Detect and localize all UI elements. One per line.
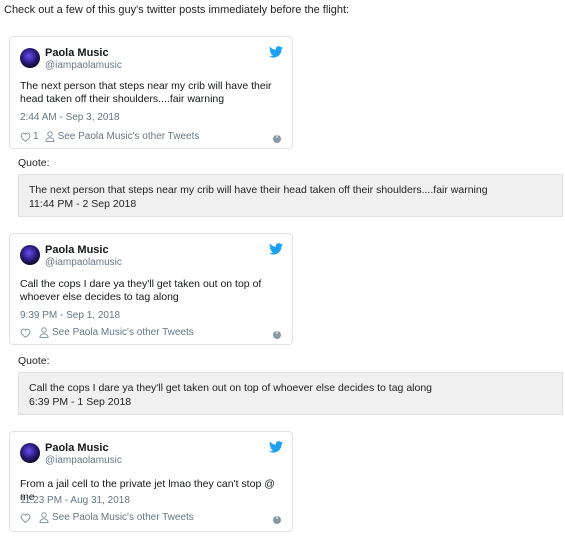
see-other-tweets-link[interactable]: See Paola Music's other Tweets (52, 327, 194, 338)
tweet-text: The next person that steps near my crib … (20, 80, 272, 105)
tweet-date[interactable]: 9:39 PM - Sep 1, 2018 (20, 310, 120, 321)
tweet-author-handle[interactable]: @iampaolamusic (45, 455, 122, 466)
person-icon (39, 512, 49, 523)
twitter-bird-icon[interactable] (269, 46, 283, 58)
tweet-author-handle[interactable]: @iampaolamusic (45, 257, 122, 268)
person-icon (45, 131, 55, 142)
quote-box: The next person that steps near my crib … (18, 174, 563, 217)
heart-icon[interactable] (20, 132, 31, 142)
tweet-author-name[interactable]: Paola Music (45, 244, 109, 256)
quote-date: 11:44 PM - 2 Sep 2018 (29, 198, 137, 210)
quote-label: Quote: (18, 157, 50, 169)
tweet-date[interactable]: 2:44 AM - Sep 3, 2018 (20, 112, 120, 123)
tweet-author-name[interactable]: Paola Music (45, 47, 109, 59)
twitter-bird-icon[interactable] (269, 243, 283, 255)
quote-date: 6:39 PM - 1 Sep 2018 (29, 396, 132, 408)
heart-icon[interactable] (20, 513, 31, 523)
avatar[interactable] (20, 48, 40, 68)
quote-box: Call the cops I dare ya they'll get take… (18, 372, 563, 415)
tweet-actions: See Paola Music's other Tweets (20, 327, 194, 338)
person-icon (39, 327, 49, 338)
info-icon[interactable] (273, 133, 281, 143)
embedded-tweet[interactable]: Paola Music @iampaolamusic From a jail c… (9, 431, 293, 532)
see-other-tweets-link[interactable]: See Paola Music's other Tweets (58, 131, 200, 142)
quote-text: The next person that steps near my crib … (29, 184, 488, 196)
tweet-actions: See Paola Music's other Tweets (20, 512, 194, 523)
twitter-bird-icon[interactable] (269, 441, 283, 453)
intro-text: Check out a few of this guy's twitter po… (4, 4, 350, 16)
embedded-tweet[interactable]: Paola Music @iampaolamusic The next pers… (9, 36, 293, 149)
tweet-author-name[interactable]: Paola Music (45, 442, 109, 454)
tweet-author-handle[interactable]: @iampaolamusic (45, 60, 122, 71)
info-icon[interactable] (273, 329, 281, 339)
see-other-tweets-link[interactable]: See Paola Music's other Tweets (52, 512, 194, 523)
avatar[interactable] (20, 443, 40, 463)
tweet-text: Call the cops I dare ya they'll get take… (20, 278, 262, 303)
tweet-actions: 1 See Paola Music's other Tweets (20, 131, 199, 142)
embedded-tweet[interactable]: Paola Music @iampaolamusic Call the cops… (9, 233, 293, 345)
avatar[interactable] (20, 245, 40, 265)
like-count[interactable]: 1 (33, 131, 39, 142)
heart-icon[interactable] (20, 328, 31, 338)
quote-text: Call the cops I dare ya they'll get take… (29, 382, 433, 394)
quote-label: Quote: (18, 355, 50, 367)
info-icon[interactable] (273, 514, 281, 524)
tweet-date[interactable]: 11:23 PM - Aug 31, 2018 (20, 495, 130, 506)
